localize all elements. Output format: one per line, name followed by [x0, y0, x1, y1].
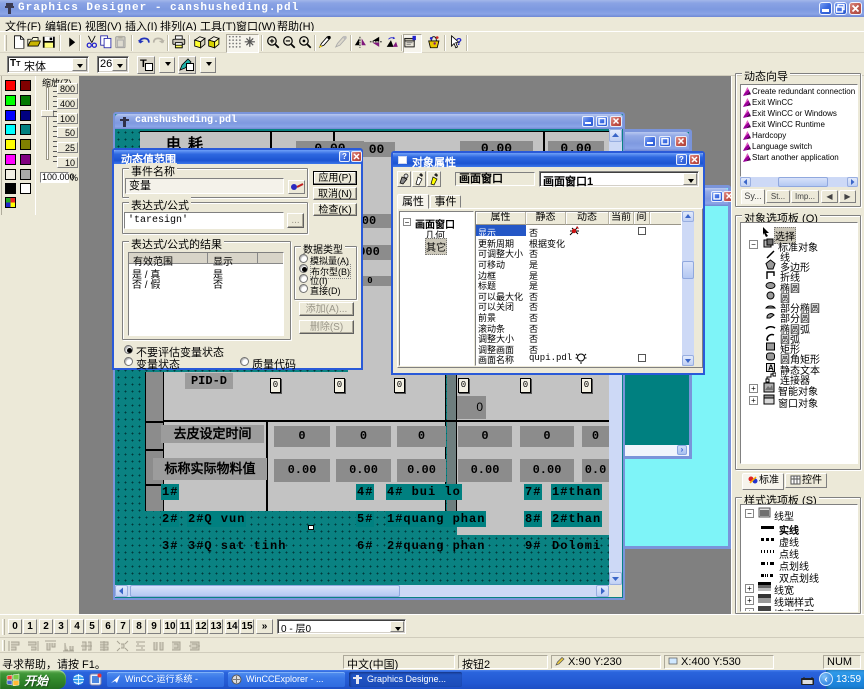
svg-text:?: ?: [456, 37, 462, 48]
